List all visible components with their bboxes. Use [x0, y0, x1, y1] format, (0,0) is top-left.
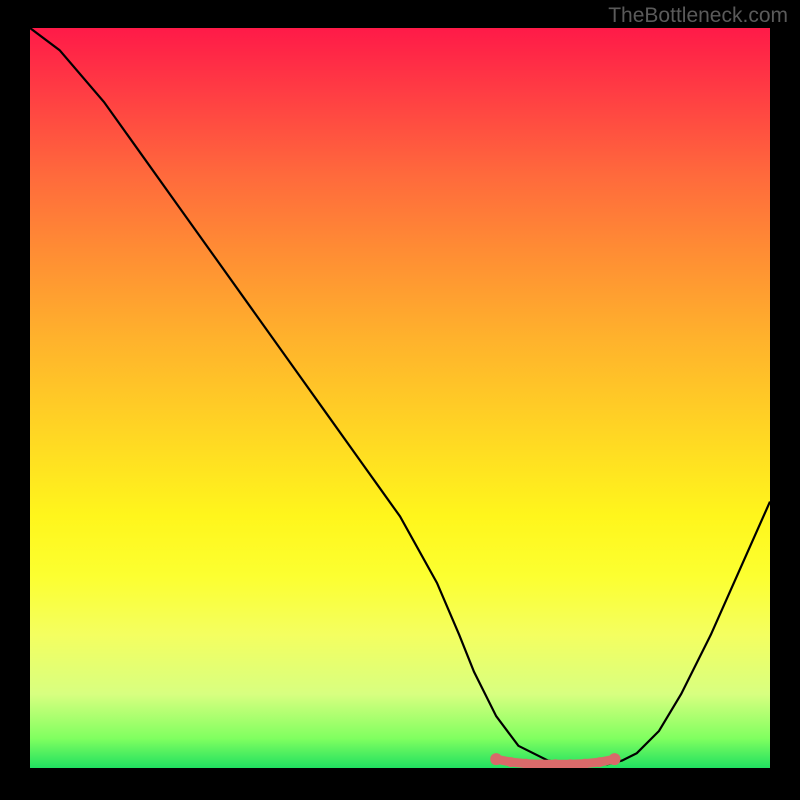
- optimal-point: [490, 753, 502, 765]
- chart-svg: [30, 28, 770, 768]
- plot-area: [30, 28, 770, 768]
- optimal-zone-markers: [490, 753, 620, 768]
- bottleneck-curve: [30, 28, 770, 764]
- optimal-point: [506, 757, 516, 767]
- optimal-point: [595, 757, 605, 767]
- watermark-text: TheBottleneck.com: [608, 4, 788, 28]
- optimal-point: [609, 753, 621, 765]
